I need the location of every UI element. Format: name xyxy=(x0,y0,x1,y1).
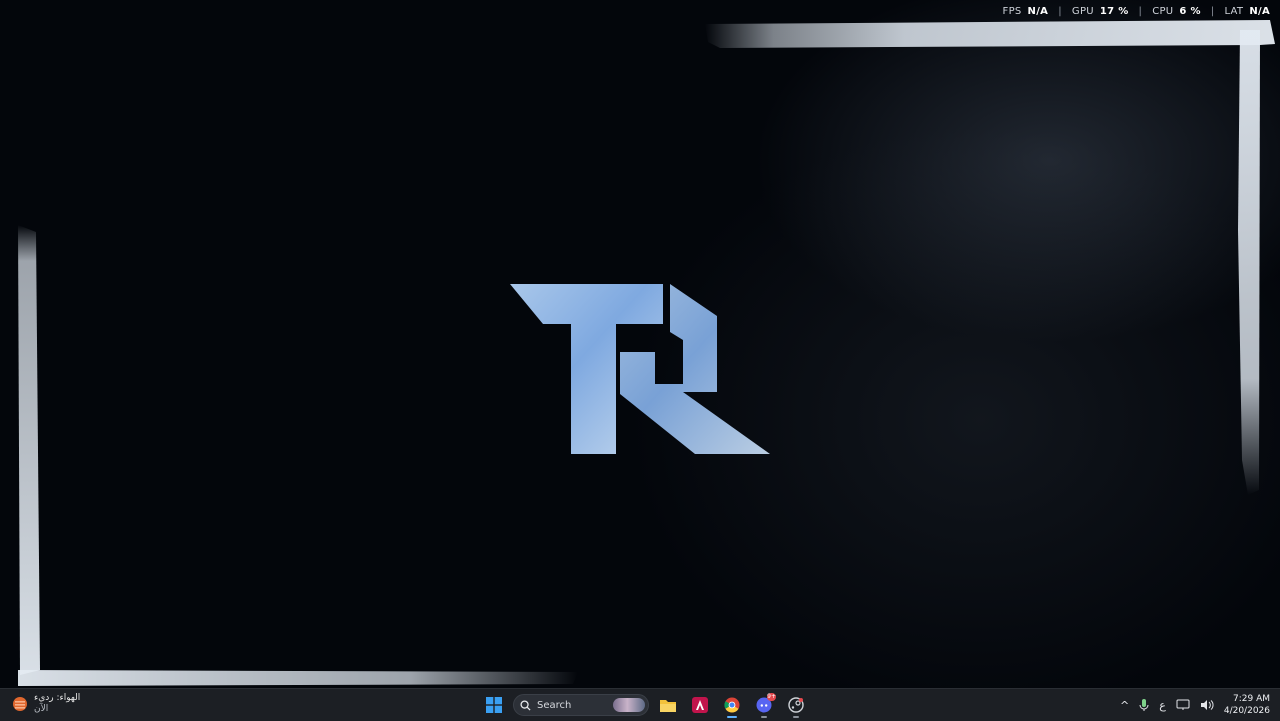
folder-icon xyxy=(660,699,676,712)
taskbar-apps: Search 9+ xyxy=(481,692,809,718)
gpu-value: 17 % xyxy=(1099,6,1129,17)
show-hidden-icons-chevron-icon[interactable]: ^ xyxy=(1120,699,1129,712)
overlay-separator: | xyxy=(1138,6,1143,17)
running-indicator xyxy=(793,716,799,718)
cpu-value: 6 % xyxy=(1179,6,1201,17)
windows-icon xyxy=(486,697,502,713)
weather-widget[interactable]: الهواء: رديء الآن xyxy=(12,693,80,715)
search-box[interactable]: Search xyxy=(513,694,649,716)
lat-label: LAT xyxy=(1224,6,1244,17)
frame-top-stroke xyxy=(705,20,1275,48)
overlay-separator: | xyxy=(1210,6,1215,17)
system-tray: ^ ع 7:29 AM 4/20/2026 xyxy=(1120,693,1270,717)
active-indicator xyxy=(727,716,737,718)
cpu-label: CPU xyxy=(1152,6,1174,17)
weather-subtitle: الآن xyxy=(34,704,49,714)
steam-button[interactable] xyxy=(783,692,809,718)
gpu-label: GPU xyxy=(1071,6,1094,17)
performance-overlay: FPS N/A | GPU 17 % | CPU 6 % | LAT N/A xyxy=(1003,6,1270,17)
clock[interactable]: 7:29 AM 4/20/2026 xyxy=(1224,693,1270,717)
start-button[interactable] xyxy=(481,692,507,718)
frame-left-stroke xyxy=(18,225,40,675)
fps-label: FPS xyxy=(1002,6,1022,17)
search-highlight-image xyxy=(613,698,645,712)
frame-right-stroke xyxy=(1238,30,1260,495)
tr-logo xyxy=(510,284,770,454)
desktop-wallpaper: FPS N/A | GPU 17 % | CPU 6 % | LAT N/A xyxy=(0,0,1280,688)
weather-icon xyxy=(13,697,27,711)
taskbar: الهواء: رديء الآن Search 9+ ^ ع 7:29 AM … xyxy=(0,688,1280,721)
discord-button[interactable]: 9+ xyxy=(751,692,777,718)
overlay-separator: | xyxy=(1058,6,1062,17)
running-indicator xyxy=(761,716,767,718)
affinity-icon xyxy=(692,697,708,713)
volume-icon[interactable] xyxy=(1200,699,1214,711)
fps-value: N/A xyxy=(1027,6,1049,17)
file-explorer-button[interactable] xyxy=(655,692,681,718)
lat-value: N/A xyxy=(1249,6,1270,17)
chrome-icon xyxy=(724,697,740,713)
frame-bottom-stroke xyxy=(18,670,578,686)
search-icon xyxy=(520,699,531,711)
microphone-icon[interactable] xyxy=(1139,698,1149,712)
language-indicator[interactable]: ع xyxy=(1159,699,1166,712)
clock-time: 7:29 AM xyxy=(1233,694,1270,704)
search-placeholder: Search xyxy=(537,699,572,711)
clock-date: 4/20/2026 xyxy=(1223,706,1270,716)
steam-icon xyxy=(788,697,804,713)
discord-badge: 9+ xyxy=(767,693,776,701)
network-icon[interactable] xyxy=(1176,699,1190,711)
chrome-button[interactable] xyxy=(719,692,745,718)
weather-title: الهواء: رديء xyxy=(34,693,81,703)
affinity-button[interactable] xyxy=(687,692,713,718)
